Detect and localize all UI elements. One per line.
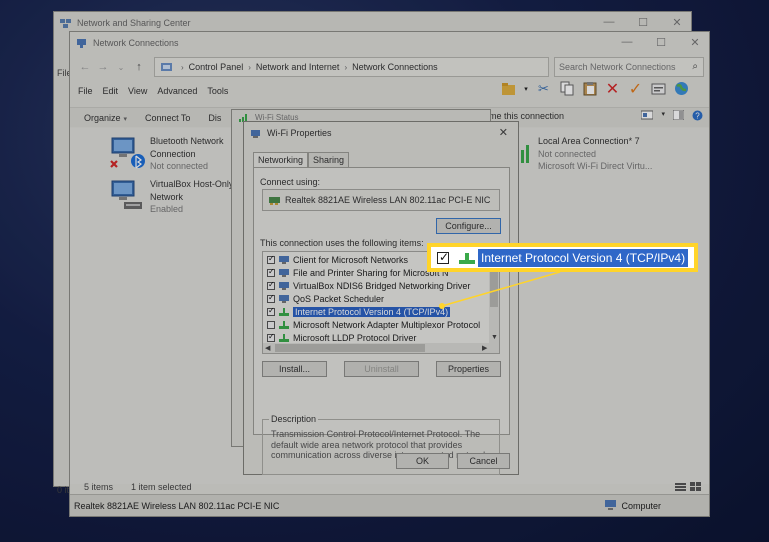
callout-inner: Internet Protocol Version 4 (TCP/IPv4): [431, 247, 694, 268]
callout-highlight: Internet Protocol Version 4 (TCP/IPv4): [427, 243, 698, 272]
callout-dot: [439, 303, 445, 309]
callout-checkbox: [437, 250, 449, 264]
callout-line: [441, 271, 561, 307]
callout-label: Internet Protocol Version 4 (TCP/IPv4): [478, 248, 689, 267]
protocol-icon: [459, 252, 475, 264]
